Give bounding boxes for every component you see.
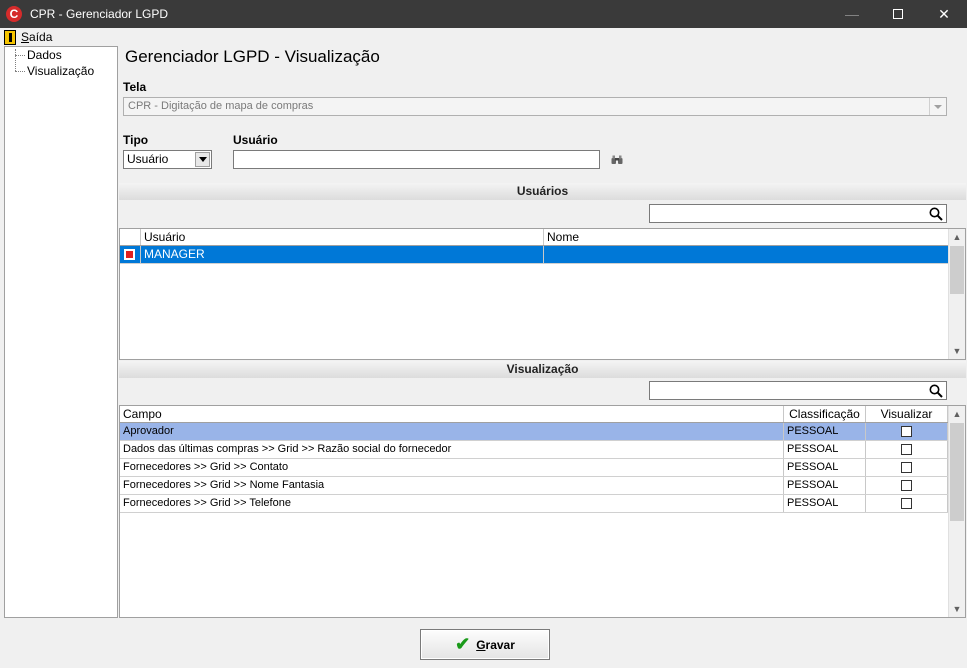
tela-label: Tela: [123, 80, 147, 94]
visualizacao-scrollbar[interactable]: ▲ ▼: [948, 406, 965, 617]
column-header-classificacao[interactable]: Classificação: [784, 406, 866, 422]
binoculars-search-icon[interactable]: [611, 155, 623, 165]
title-bar: C CPR - Gerenciador LGPD — ✕: [0, 0, 967, 28]
usuarios-search-input[interactable]: [649, 204, 947, 223]
table-row[interactable]: Fornecedores >> Grid >> Nome Fantasia PE…: [120, 477, 965, 495]
visualizar-checkbox[interactable]: [901, 426, 912, 437]
exit-door-icon: [4, 29, 16, 45]
visualizar-checkbox[interactable]: [901, 498, 912, 509]
column-header-nome[interactable]: Nome: [544, 229, 949, 245]
usuarios-grid-header: Usuário Nome: [120, 229, 965, 246]
cell-campo: Fornecedores >> Grid >> Telefone: [120, 495, 784, 512]
scroll-thumb[interactable]: [950, 423, 964, 521]
page-title: Gerenciador LGPD - Visualização: [125, 47, 380, 66]
cell-campo: Dados das últimas compras >> Grid >> Raz…: [120, 441, 784, 458]
visualizar-checkbox[interactable]: [901, 480, 912, 491]
column-header-usuario[interactable]: Usuário: [141, 229, 544, 245]
column-header-check: [120, 229, 141, 245]
cell-campo: Fornecedores >> Grid >> Nome Fantasia: [120, 477, 784, 494]
cell-classificacao: PESSOAL: [784, 477, 866, 494]
close-button[interactable]: ✕: [921, 0, 967, 28]
visualizar-checkbox[interactable]: [901, 462, 912, 473]
usuarios-scrollbar[interactable]: ▲ ▼: [948, 229, 965, 359]
tipo-select[interactable]: Usuário: [123, 150, 212, 169]
scroll-up-icon[interactable]: ▲: [949, 406, 965, 422]
chevron-down-icon[interactable]: [195, 152, 210, 167]
window-title: CPR - Gerenciador LGPD: [30, 7, 169, 21]
cell-campo: Fornecedores >> Grid >> Contato: [120, 459, 784, 476]
visualizacao-grid: Campo Classificação Visualizar Aprovador…: [119, 405, 966, 618]
scroll-thumb[interactable]: [950, 246, 964, 294]
table-row[interactable]: Fornecedores >> Grid >> Telefone PESSOAL: [120, 495, 965, 513]
cell-visualizar: [866, 495, 948, 512]
maximize-icon: [893, 9, 903, 19]
search-icon[interactable]: [929, 384, 943, 398]
tela-select-value: CPR - Digitação de mapa de compras: [128, 100, 314, 112]
cell-campo: Aprovador: [120, 423, 784, 440]
cell-visualizar: [866, 441, 948, 458]
scroll-down-icon[interactable]: ▼: [949, 601, 965, 617]
tipo-select-value: Usuário: [127, 152, 169, 166]
checkmark-icon: ✔: [455, 634, 471, 654]
app-logo-icon: C: [6, 6, 22, 22]
cell-usuario: MANAGER: [141, 246, 544, 263]
cell-classificacao: PESSOAL: [784, 441, 866, 458]
table-row[interactable]: Fornecedores >> Grid >> Contato PESSOAL: [120, 459, 965, 477]
cell-classificacao: PESSOAL: [784, 459, 866, 476]
visualizacao-section-header: Visualização: [119, 361, 966, 378]
usuario-label: Usuário: [233, 133, 278, 147]
column-header-visualizar[interactable]: Visualizar: [866, 406, 948, 422]
visualizacao-grid-header: Campo Classificação Visualizar: [120, 406, 965, 423]
minimize-button[interactable]: —: [829, 0, 875, 28]
cell-classificacao: PESSOAL: [784, 495, 866, 512]
cell-visualizar: [866, 477, 948, 494]
scroll-up-icon[interactable]: ▲: [949, 229, 965, 245]
menu-exit-label: Saída: [21, 30, 53, 44]
table-row[interactable]: MANAGER: [120, 246, 965, 264]
menu-exit[interactable]: Saída: [4, 29, 53, 45]
visualizacao-search-input[interactable]: [649, 381, 947, 400]
menu-bar: Saída: [0, 28, 967, 46]
usuarios-grid: Usuário Nome MANAGER ▲ ▼: [119, 228, 966, 360]
scroll-down-icon[interactable]: ▼: [949, 343, 965, 359]
chevron-down-icon: [929, 98, 946, 115]
row-checkbox[interactable]: [120, 246, 141, 263]
tree-item-visualizacao[interactable]: Visualização: [5, 63, 117, 79]
usuario-input[interactable]: [233, 150, 600, 169]
save-button[interactable]: ✔ Gravar: [420, 629, 550, 660]
table-row[interactable]: Dados das últimas compras >> Grid >> Raz…: [120, 441, 965, 459]
tree-item-dados[interactable]: Dados: [5, 47, 117, 63]
tipo-label: Tipo: [123, 133, 149, 147]
cell-visualizar: [866, 459, 948, 476]
table-row[interactable]: Aprovador PESSOAL: [120, 423, 965, 441]
save-button-label: Gravar: [476, 637, 515, 652]
usuarios-section-header: Usuários: [119, 183, 966, 200]
cell-visualizar: [866, 423, 948, 440]
checked-checkbox-icon: [124, 249, 135, 260]
column-header-campo[interactable]: Campo: [120, 406, 784, 422]
maximize-button[interactable]: [875, 0, 921, 28]
visualizar-checkbox[interactable]: [901, 444, 912, 455]
navigation-tree: Dados Visualização: [4, 46, 118, 618]
cell-nome: [544, 246, 949, 263]
search-icon[interactable]: [929, 207, 943, 221]
cell-classificacao: PESSOAL: [784, 423, 866, 440]
tela-select: CPR - Digitação de mapa de compras: [123, 97, 947, 116]
